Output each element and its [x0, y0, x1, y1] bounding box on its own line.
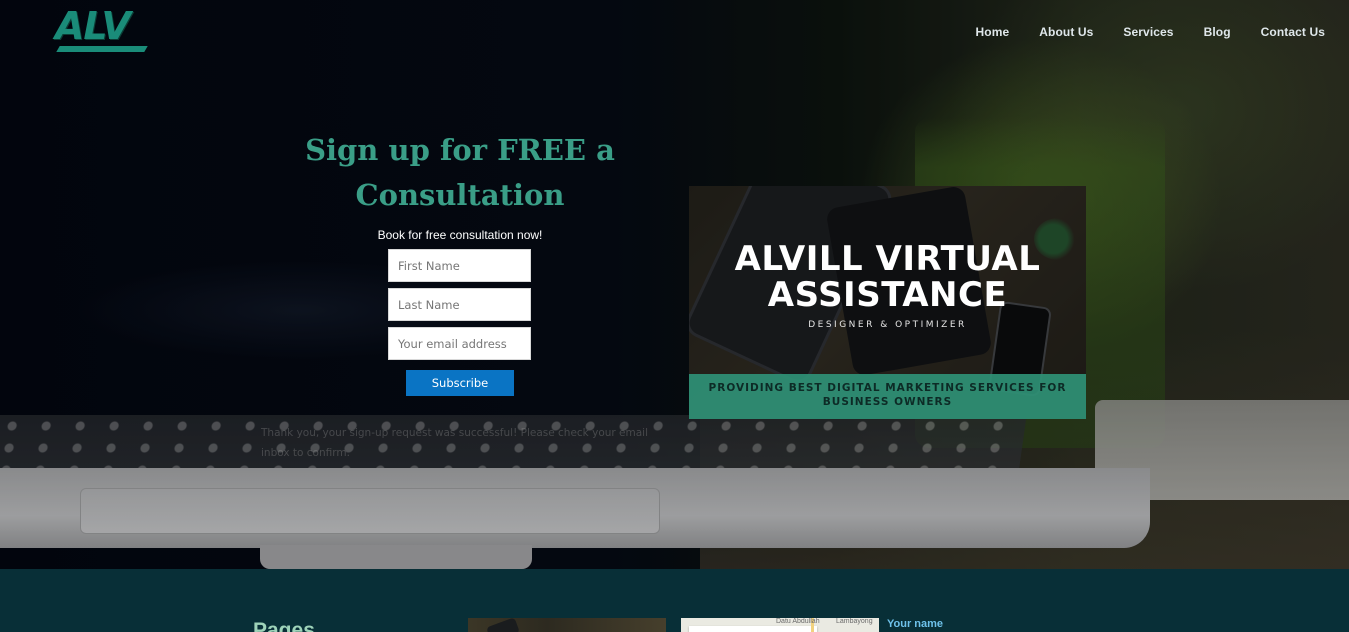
- main-navigation: Home About Us Services Blog Contact Us: [976, 25, 1325, 39]
- footer-thumbnail-image[interactable]: [468, 617, 666, 632]
- nav-contact-us[interactable]: Contact Us: [1261, 25, 1325, 39]
- map-label-lambayong: Lambayong: [836, 618, 873, 625]
- footer-name-label: Your name: [887, 618, 944, 630]
- nav-home[interactable]: Home: [976, 25, 1010, 39]
- hero-overlay: [0, 0, 1349, 569]
- map-label-datu-abdullah: Datu Abdullah: [776, 618, 820, 625]
- banner-ribbon: PROVIDING BEST DIGITAL MARKETING SERVICE…: [689, 374, 1086, 419]
- last-name-input[interactable]: [388, 288, 531, 321]
- nav-services[interactable]: Services: [1123, 25, 1173, 39]
- first-name-input[interactable]: [388, 249, 531, 282]
- signup-headline: Sign up for FREE a Consultation: [305, 133, 615, 212]
- banner-tagline: DESIGNER & OPTIMIZER: [808, 320, 967, 330]
- device-image: [486, 617, 520, 632]
- signup-subtitle: Book for free consultation now!: [377, 228, 543, 242]
- nav-about-us[interactable]: About Us: [1039, 25, 1093, 39]
- site-logo[interactable]: ALV: [55, 4, 155, 54]
- email-input[interactable]: [388, 327, 531, 360]
- logo-text: ALV: [55, 4, 131, 48]
- banner-title: ALVILL VIRTUAL ASSISTANCE: [734, 239, 1041, 315]
- logo-underline: [56, 46, 148, 52]
- nav-blog[interactable]: Blog: [1204, 25, 1231, 39]
- signup-success-message: Thank you, your sign-up request was succ…: [261, 427, 649, 459]
- hero-section: [0, 0, 1349, 569]
- site-footer: Pages Datu Abdullah Lambayong Your name: [0, 569, 1349, 632]
- map-info-box: [689, 626, 817, 632]
- promo-banner-image: ALVILL VIRTUAL ASSISTANCE DESIGNER & OPT…: [689, 186, 1086, 419]
- footer-map[interactable]: Datu Abdullah Lambayong: [681, 618, 879, 632]
- subscribe-button[interactable]: Subscribe: [406, 370, 514, 396]
- footer-pages-heading: Pages: [253, 619, 315, 632]
